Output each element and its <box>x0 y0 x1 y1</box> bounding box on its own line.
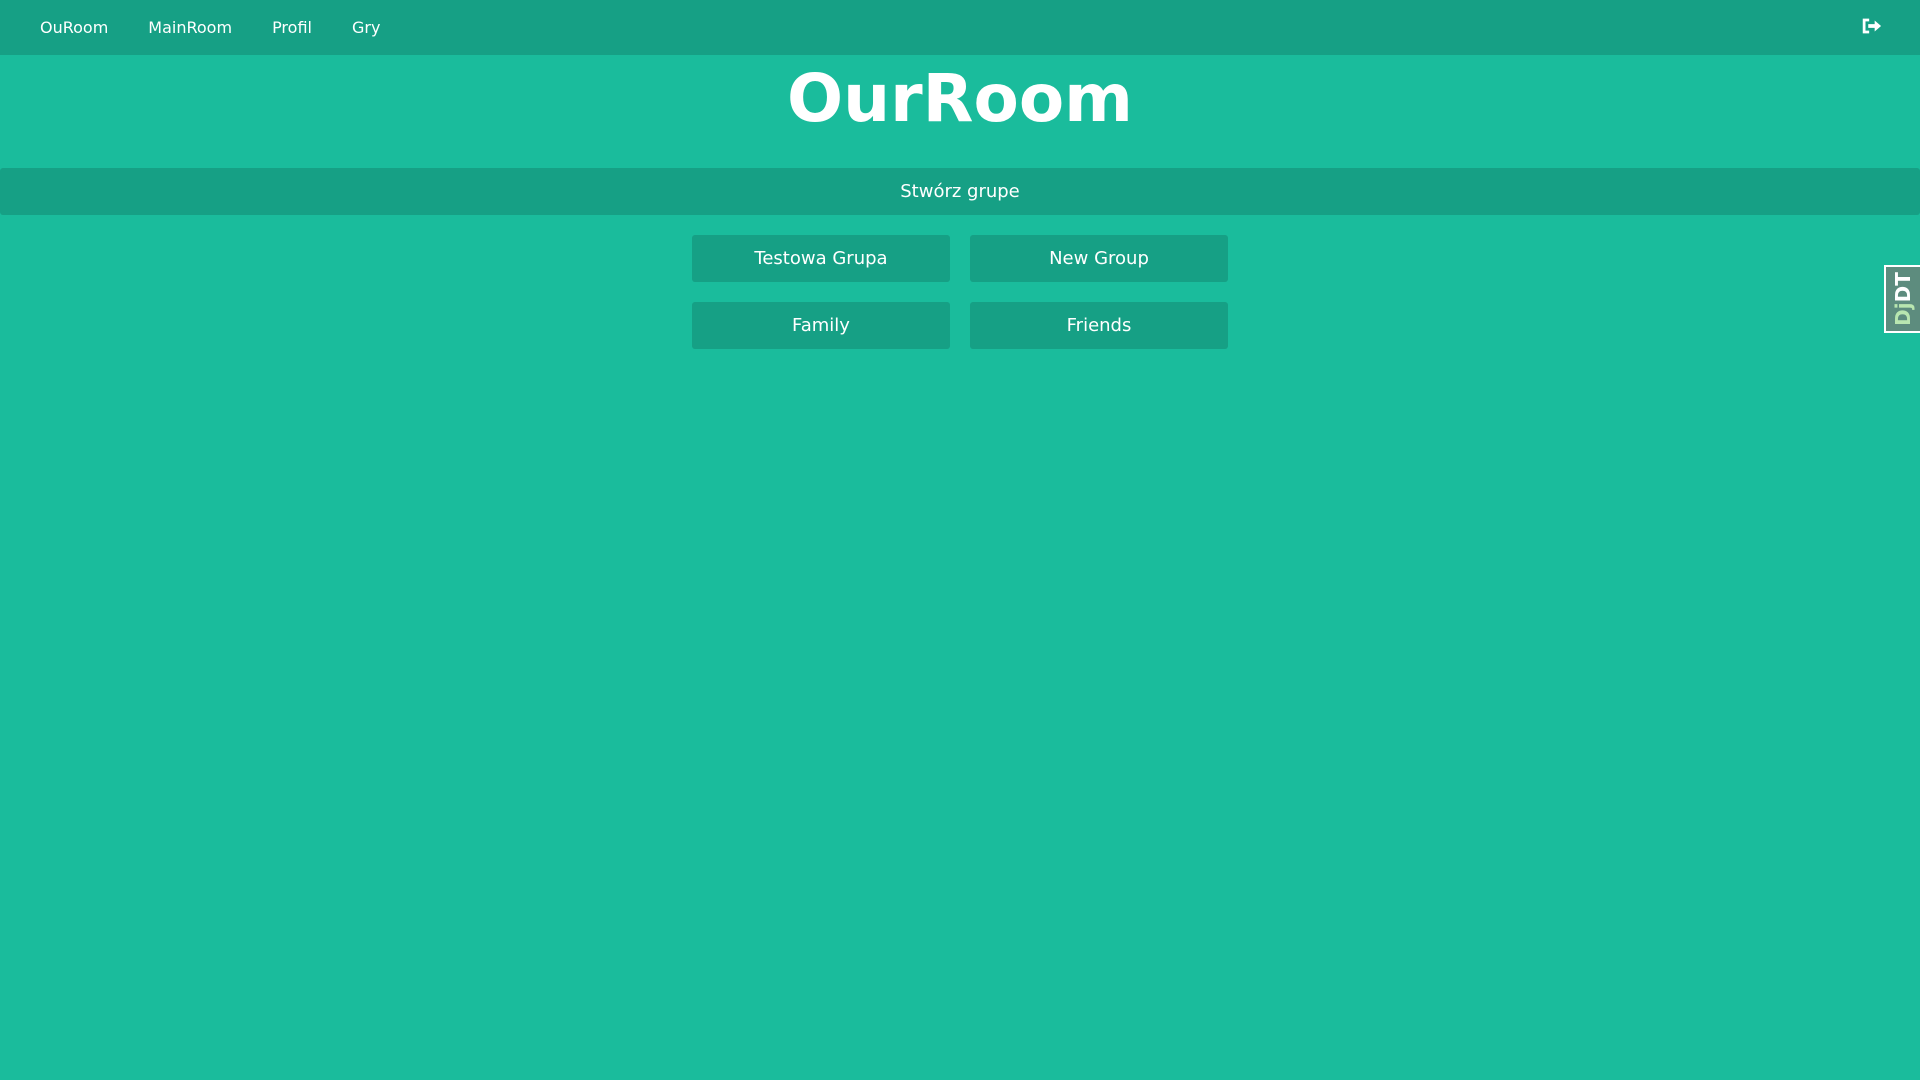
nav-links: OuRoom MainRoom Profil Gry <box>40 18 380 37</box>
debug-toolbar-handle[interactable]: DjDT <box>1884 265 1920 333</box>
group-list: Testowa Grupa New Group Family Friends <box>692 235 1228 349</box>
group-button-friends[interactable]: Friends <box>970 302 1228 349</box>
debug-toolbar-logo: DjDT <box>1891 272 1915 326</box>
nav-link-profil[interactable]: Profil <box>272 18 312 37</box>
group-button-family[interactable]: Family <box>692 302 950 349</box>
nav-link-ouroom[interactable]: OuRoom <box>40 18 108 37</box>
nav-link-mainroom[interactable]: MainRoom <box>148 18 232 37</box>
sign-out-icon[interactable] <box>1860 15 1882 37</box>
group-button-new-group[interactable]: New Group <box>970 235 1228 282</box>
top-navbar: OuRoom MainRoom Profil Gry <box>0 0 1920 55</box>
group-button-testowa-grupa[interactable]: Testowa Grupa <box>692 235 950 282</box>
page-title: OurRoom <box>787 60 1133 137</box>
create-group-button[interactable]: Stwórz grupe <box>0 168 1920 215</box>
nav-link-gry[interactable]: Gry <box>352 18 380 37</box>
create-group-label: Stwórz grupe <box>900 181 1020 202</box>
